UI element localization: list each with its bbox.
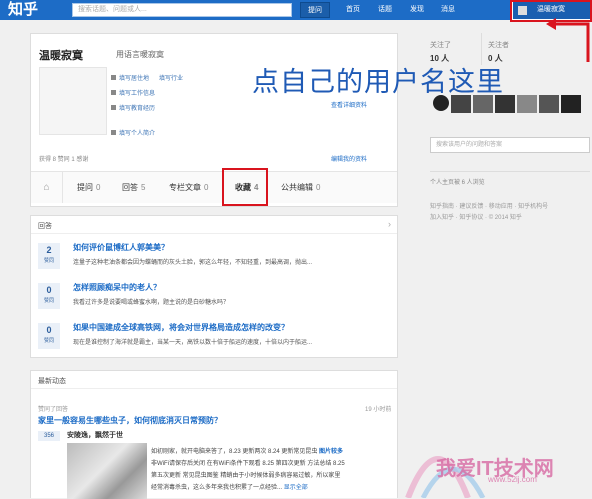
avatar[interactable] — [561, 95, 581, 113]
briefcase-icon — [111, 90, 116, 95]
avatar[interactable] — [539, 95, 559, 113]
show-all-link[interactable]: 显示全部 — [284, 485, 308, 491]
info-location[interactable]: 填写居住地 填写行业 — [111, 73, 183, 82]
footer-link[interactable]: 移动应用 — [489, 204, 513, 210]
footer-links: 加入知乎 · 知乎协议 · © 2014 知乎 — [430, 215, 522, 221]
activity-time: 19 小时前 — [365, 407, 392, 413]
activity-text-line[interactable]: 经常消毒杀虫，这么多年来我也积累了一点经验... 显示全部 — [151, 482, 308, 491]
location-icon — [111, 75, 116, 80]
followers-count[interactable]: 0 人 — [488, 53, 503, 64]
collections-highlight — [222, 168, 268, 206]
vote-count[interactable]: 0 赞同 — [38, 323, 60, 349]
profile-tabs: ⌂ 提问 0 回答 5 专栏文章 0 收藏 4 公共编辑 0 — [31, 171, 397, 203]
watermark-url: www.52ij.com — [488, 475, 537, 484]
home-icon[interactable]: ⌂ — [31, 172, 63, 203]
tab-answers[interactable]: 回答 5 — [122, 172, 145, 203]
tab-public-edits[interactable]: 公共编辑 0 — [281, 172, 320, 203]
profile-stats: 获得 8 赞同 1 感谢 — [39, 157, 89, 163]
user-search-input[interactable]: 搜索该用户的问题和答案 — [430, 137, 590, 153]
avatar[interactable] — [433, 95, 449, 111]
arrow-annotation — [546, 18, 590, 62]
zhihu-logo[interactable]: 知乎 — [8, 0, 38, 20]
edit-icon — [111, 130, 116, 135]
insect-image[interactable] — [67, 443, 147, 499]
footer-links: 知乎指南 · 建议反馈 · 移动应用 · 知乎机构号 — [430, 204, 549, 210]
profile-tagline: 用语言暖寂寞 — [116, 50, 164, 59]
activity-text-line[interactable]: 第五次更新 常见昆虫图鉴 精蛸由于小时候体弱多病容易过敏，所以家里 — [151, 470, 340, 479]
view-details-link[interactable]: 查看详细资料 — [331, 100, 367, 109]
footer-link[interactable]: 建议反馈 — [459, 204, 483, 210]
info-work[interactable]: 填写工作信息 — [111, 88, 155, 97]
info-education[interactable]: 填写教育经历 — [111, 103, 155, 112]
answer-question-link[interactable]: 如何评价鼠博红人郭美美？ — [73, 242, 169, 253]
answer-snippet[interactable]: 连量子这种老油条都会因为蝶蛹而的灰头土脸，郭这么年轻，不知轻重，到最高调，抛出.… — [73, 257, 312, 266]
footer-link[interactable]: 知乎机构号 — [518, 204, 548, 210]
nav-discover[interactable]: 发现 — [410, 0, 424, 20]
top-navbar: 知乎 搜索话题、问题或人... 提问 首页 话题 发现 消息 温暖寂寞 — [0, 0, 592, 20]
answer-item: 0 赞同 怎样照顾痴呆中的老人？ 我看过许多是说要喝或蜂蜜水啊，题主说的是白砂糖水… — [38, 280, 392, 315]
activity-title: 最新动态 — [38, 378, 66, 385]
answer-question-link[interactable]: 怎样照顾痴呆中的老人？ — [73, 282, 161, 293]
answer-question-link[interactable]: 如果中国建成全球高铁网，将会对世界格局造成怎样的改变？ — [73, 322, 289, 333]
profile-name: 温暖寂寞 — [39, 50, 83, 62]
nav-topics[interactable]: 话题 — [378, 0, 392, 20]
activity-vote-count[interactable]: 356 — [38, 431, 60, 441]
activity-answer-author[interactable]: 安陵逸，飘然于世 — [67, 430, 123, 440]
activity-question-link[interactable]: 家里一般容易生哪些虫子，如何彻底消灭日常预防？ — [38, 415, 222, 426]
footer-link[interactable]: 知乎协议 — [459, 215, 483, 221]
nav-home[interactable]: 首页 — [346, 0, 360, 20]
info-bio[interactable]: 填写个人简介 — [111, 128, 155, 137]
instruction-text: 点自己的用户名这里 — [252, 67, 504, 97]
vote-count[interactable]: 0 赞同 — [38, 283, 60, 309]
avatar[interactable] — [495, 95, 515, 113]
activity-text-line[interactable]: 如初刚家，就开电脑来答了，8.23 更新两次 8.24 更新常见昆虫 图片较多 — [151, 446, 343, 455]
answers-title: 回答 — [38, 223, 52, 230]
tab-questions[interactable]: 提问 0 — [77, 172, 100, 203]
activity-text-line[interactable]: 非WiFi请保存后关闭 在有WiFi条件下观看 8.25 第四次更新 方法总结 … — [151, 458, 345, 467]
nav-messages[interactable]: 消息 — [441, 0, 455, 20]
edit-profile-link[interactable]: 编辑我的资料 — [331, 154, 367, 163]
followee-avatars — [433, 95, 583, 117]
answers-panel: 回答 › 2 赞同 如何评价鼠博红人郭美美？ 连量子这种老油条都会因为蝶蛹而的灰头… — [30, 215, 398, 358]
avatar[interactable] — [473, 95, 493, 113]
copyright: © 2014 知乎 — [488, 215, 522, 221]
chevron-right-icon[interactable]: › — [388, 219, 391, 229]
activity-meta: 赞同了回答 — [38, 407, 69, 413]
answer-snippet[interactable]: 现在是谁控制了海洋就是霸主，当某一天，高铁以数十倍于船运的速度，十倍以内于船运.… — [73, 337, 312, 346]
footer-link[interactable]: 知乎指南 — [430, 204, 454, 210]
following-label: 关注了 — [430, 42, 451, 49]
followers-label: 关注者 — [488, 42, 509, 49]
profile-views: 个人主页被 6 人浏览 — [430, 180, 485, 186]
tab-articles[interactable]: 专栏文章 0 — [169, 172, 208, 203]
answer-item: 2 赞同 如何评价鼠博红人郭美美？ 连量子这种老油条都会因为蝶蛹而的灰头土脸，郭这… — [38, 240, 392, 275]
following-count[interactable]: 10 人 — [430, 53, 449, 64]
education-icon — [111, 105, 116, 110]
answer-snippet[interactable]: 我看过许多是说要喝或蜂蜜水啊，题主说的是白砂糖水吗？ — [73, 297, 229, 306]
footer-link[interactable]: 加入知乎 — [430, 215, 454, 221]
avatar[interactable] — [517, 95, 537, 113]
answer-item: 0 赞同 如果中国建成全球高铁网，将会对世界格局造成怎样的改变？ 现在是谁控制了海… — [38, 320, 392, 355]
avatar[interactable] — [451, 95, 471, 113]
vote-count[interactable]: 2 赞同 — [38, 243, 60, 269]
search-input[interactable]: 搜索话题、问题或人... — [72, 3, 292, 17]
ask-button[interactable]: 提问 — [300, 2, 330, 18]
profile-photo[interactable] — [39, 67, 107, 135]
activity-panel: 最新动态 赞同了回答 19 小时前 家里一般容易生哪些虫子，如何彻底消灭日常预防… — [30, 370, 398, 499]
